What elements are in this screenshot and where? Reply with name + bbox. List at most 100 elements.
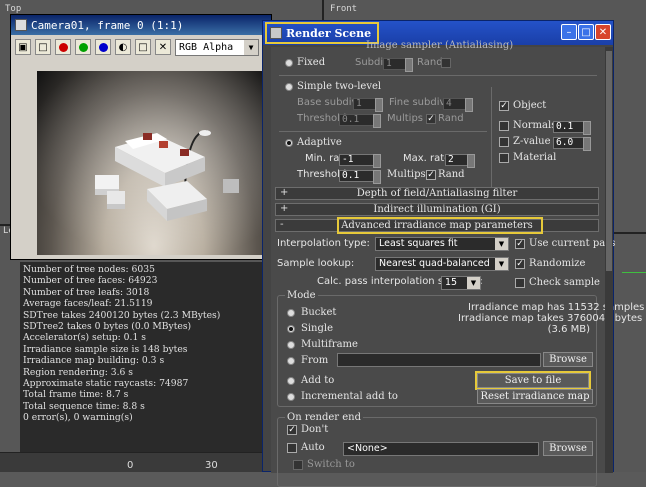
adaptive-radio[interactable] — [285, 139, 293, 147]
sample-lookup-label: Sample lookup: — [277, 258, 355, 269]
incremental-add-radio[interactable] — [287, 393, 295, 401]
reset-irradiance-map-button[interactable]: Reset irradiance map — [477, 389, 593, 404]
maximize-icon: □ — [581, 26, 591, 38]
multiframe-label: Multiframe — [301, 339, 358, 350]
blue-channel-button[interactable] — [95, 39, 111, 55]
object-label: Object — [513, 100, 547, 111]
clear-close-icon[interactable]: ✕ — [155, 39, 171, 55]
maximize-button[interactable]: □ — [578, 24, 594, 40]
log-line: Accelerator(s) setup: 0.1 s — [23, 332, 146, 344]
render-scene-window[interactable]: Render Scene – □ ✕ Image sampler (Antial… — [262, 20, 644, 487]
zvalue-checkbox[interactable] — [499, 137, 509, 147]
check-sample-checkbox[interactable] — [515, 278, 525, 288]
close-button[interactable]: ✕ — [595, 24, 611, 40]
rollout-gi[interactable]: + Indirect illumination (GI) — [275, 203, 599, 216]
randomize-checkbox[interactable]: ✓ — [515, 259, 525, 269]
fixed-radio[interactable] — [285, 59, 293, 67]
chevron-down-icon: ▼ — [495, 238, 508, 250]
fixed-rand-label: Rand — [417, 57, 443, 68]
channel-dropdown[interactable]: RGB Alpha ▼ — [175, 38, 259, 56]
grid-axis-line — [622, 272, 646, 273]
normals-checkbox[interactable] — [499, 121, 509, 131]
log-line: Number of tree nodes: 6035 — [23, 264, 155, 275]
material-checkbox[interactable] — [499, 153, 509, 163]
chevron-down-icon: ▼ — [244, 39, 258, 55]
log-line: Number of tree leafs: 3018 — [23, 286, 150, 298]
chevron-down-icon: ▼ — [495, 258, 508, 270]
rendered-scene-graphic — [37, 71, 271, 255]
bucket-radio[interactable] — [287, 309, 295, 317]
adaptive-multipass-label: Multips — [387, 169, 426, 180]
timeline-tick: 0 — [127, 460, 134, 471]
simple-rand-label: Rand — [438, 113, 464, 124]
auto-save-checkbox[interactable] — [287, 443, 297, 453]
rendered-image — [37, 71, 271, 255]
frame-buffer-window[interactable]: Camera01, frame 0 (1:1) ▣ □ ◐ □ ✕ RGB Al… — [10, 14, 272, 260]
scrollbar-thumb[interactable] — [606, 51, 612, 271]
add-to-label: Add to — [301, 375, 335, 386]
auto-save-browse-button[interactable]: Browse — [543, 441, 593, 456]
mono-channel-icon[interactable]: □ — [135, 39, 151, 55]
simple-two-level-label: Simple two-level — [297, 81, 382, 92]
auto-save-path-field[interactable]: <None> — [343, 442, 539, 456]
save-image-icon[interactable]: ▣ — [15, 39, 31, 55]
log-line: Total frame time: 8.7 s — [23, 389, 129, 401]
alpha-channel-icon[interactable]: ◐ — [115, 39, 131, 55]
zvalue-spinner[interactable]: 6.0 — [553, 137, 591, 151]
fixed-rand-checkbox[interactable] — [441, 58, 451, 68]
min-rate-spinner[interactable]: -1 — [339, 154, 381, 168]
red-channel-button[interactable] — [55, 39, 71, 55]
simple-multipass-checkbox[interactable]: ✓ — [426, 114, 436, 124]
base-subdivs-spinner[interactable]: 1 — [353, 98, 383, 112]
normals-spinner[interactable]: 0.1 — [553, 121, 591, 135]
from-label: From — [301, 355, 329, 366]
front-viewport-label[interactable]: Front — [330, 4, 357, 14]
app-icon — [270, 27, 282, 39]
render-scene-scrollbar[interactable] — [605, 47, 613, 473]
multiframe-radio[interactable] — [287, 341, 295, 349]
switch-to-label: Switch to — [307, 459, 355, 470]
simple-threshold-spinner[interactable]: 0.1 — [339, 114, 381, 128]
use-current-pass-checkbox[interactable]: ✓ — [515, 239, 525, 249]
separator — [491, 87, 492, 187]
irradiance-info-mb: (3.6 MB) — [547, 324, 590, 335]
fixed-subdivs-spinner[interactable]: 1 — [383, 58, 413, 72]
max-rate-spinner[interactable]: 2 — [445, 154, 475, 168]
add-to-radio[interactable] — [287, 377, 295, 385]
adaptive-threshold-spinner[interactable]: 0.1 — [339, 170, 381, 184]
adaptive-multipass-checkbox[interactable]: ✓ — [426, 170, 436, 180]
frame-buffer-titlebar[interactable]: Camera01, frame 0 (1:1) — [11, 15, 271, 35]
timeline-slider[interactable]: 0 30 — [0, 452, 275, 472]
single-label: Single — [301, 323, 334, 334]
green-channel-icon — [78, 42, 88, 52]
clone-window-icon[interactable]: □ — [35, 39, 51, 55]
log-line: SDTree2 takes 0 bytes (0.0 MBytes) — [23, 321, 192, 333]
fine-subdivs-spinner[interactable]: 4 — [443, 98, 473, 112]
minimize-button[interactable]: – — [561, 24, 577, 40]
simple-two-level-radio[interactable] — [285, 83, 293, 91]
green-channel-button[interactable] — [75, 39, 91, 55]
image-sampler-header: Image sampler (Antialiasing) — [366, 40, 514, 51]
interp-type-dropdown[interactable]: Least squares fit ▼ — [375, 237, 509, 251]
on-render-end-title: On render end — [285, 412, 363, 423]
calc-pass-spinner[interactable]: 15 ▼ — [441, 276, 481, 290]
from-radio[interactable] — [287, 357, 295, 365]
log-line: Region rendering: 3.6 s — [23, 366, 133, 378]
mode-title: Mode — [285, 290, 318, 301]
object-checkbox[interactable]: ✓ — [499, 101, 509, 111]
from-file-path-field[interactable] — [337, 353, 541, 367]
viewport-divider — [614, 232, 646, 234]
separator — [279, 131, 487, 132]
close-icon: ✕ — [598, 26, 608, 38]
sample-lookup-dropdown[interactable]: Nearest quad-balanced ▼ — [375, 257, 509, 271]
adaptive-rand-label: Rand — [438, 169, 465, 180]
rollout-dof[interactable]: + Depth of field/Antialiasing filter — [275, 187, 599, 200]
log-line: Approximate static raycasts: 74987 — [23, 378, 189, 390]
browse-button[interactable]: Browse — [543, 352, 593, 367]
switch-to-checkbox[interactable] — [293, 460, 303, 470]
single-radio[interactable] — [287, 325, 295, 333]
log-line: SDTree takes 2400120 bytes (2.3 MBytes) — [23, 309, 221, 321]
render-scene-title: Render Scene — [286, 26, 372, 40]
top-viewport-label[interactable]: Top — [5, 4, 21, 14]
dont-delete-checkbox[interactable]: ✓ — [287, 425, 297, 435]
